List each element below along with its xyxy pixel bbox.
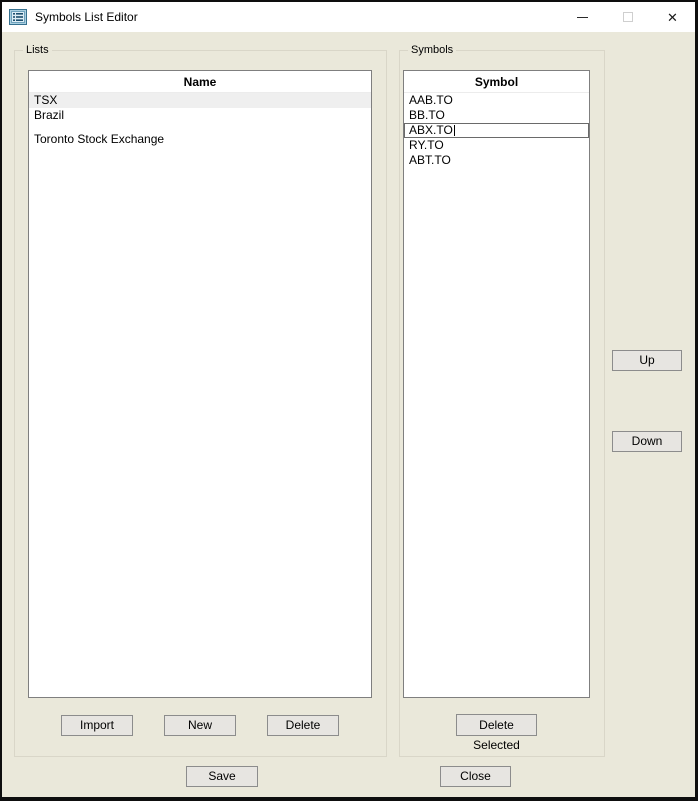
new-button[interactable]: New [164, 715, 236, 736]
window-controls: ✕ [560, 2, 695, 32]
symbols-group-label: Symbols [408, 44, 457, 56]
dialog-body: Lists Name TSX Brazil Toronto Stock Exch… [2, 32, 695, 797]
minimize-button[interactable] [560, 2, 605, 32]
symbol-edit-value: ABX.TO [409, 123, 453, 137]
lists-table[interactable]: Name TSX Brazil Toronto Stock Exchange [28, 70, 372, 698]
save-button[interactable]: Save [186, 766, 258, 787]
delete-button[interactable]: Delete [267, 715, 339, 736]
symbols-list-editor-window: Symbols List Editor ✕ Lists Name TSX Bra… [0, 0, 698, 801]
symbol-row-abt[interactable]: ABT.TO [404, 153, 589, 168]
close-dialog-button[interactable]: Close [440, 766, 511, 787]
titlebar: Symbols List Editor ✕ [2, 2, 695, 32]
symbols-table[interactable]: Symbol AAB.TO BB.TO ABX.TO RY.TO ABT.TO [403, 70, 590, 698]
symbol-row-aab[interactable]: AAB.TO [404, 93, 589, 108]
close-icon: ✕ [667, 9, 678, 25]
list-row-spacer [29, 123, 371, 132]
lists-table-header: Name [29, 71, 371, 93]
delete-selected-button[interactable]: Delete Selected [456, 714, 537, 752]
list-row-toronto-stock-exchange[interactable]: Toronto Stock Exchange [29, 132, 371, 147]
lists-group-label: Lists [23, 44, 52, 56]
symbols-table-header: Symbol [404, 71, 589, 93]
close-button[interactable]: ✕ [650, 2, 695, 32]
maximize-icon [622, 12, 633, 22]
symbols-groupbox: Symbols Symbol AAB.TO BB.TO ABX.TO RY.TO… [399, 44, 605, 757]
window-title: Symbols List Editor [35, 10, 138, 24]
minimize-icon [577, 16, 588, 18]
import-button[interactable]: Import [61, 715, 133, 736]
up-button[interactable]: Up [612, 350, 682, 371]
symbol-row-ry[interactable]: RY.TO [404, 138, 589, 153]
maximize-button[interactable] [605, 2, 650, 32]
symbol-edit-field[interactable]: ABX.TO [404, 123, 589, 138]
symbol-row-bb[interactable]: BB.TO [404, 108, 589, 123]
list-row-brazil[interactable]: Brazil [29, 108, 371, 123]
text-caret [453, 125, 455, 137]
lists-groupbox: Lists Name TSX Brazil Toronto Stock Exch… [14, 44, 387, 757]
list-row-tsx[interactable]: TSX [29, 93, 371, 108]
down-button[interactable]: Down [612, 431, 682, 452]
app-list-icon [9, 8, 27, 26]
